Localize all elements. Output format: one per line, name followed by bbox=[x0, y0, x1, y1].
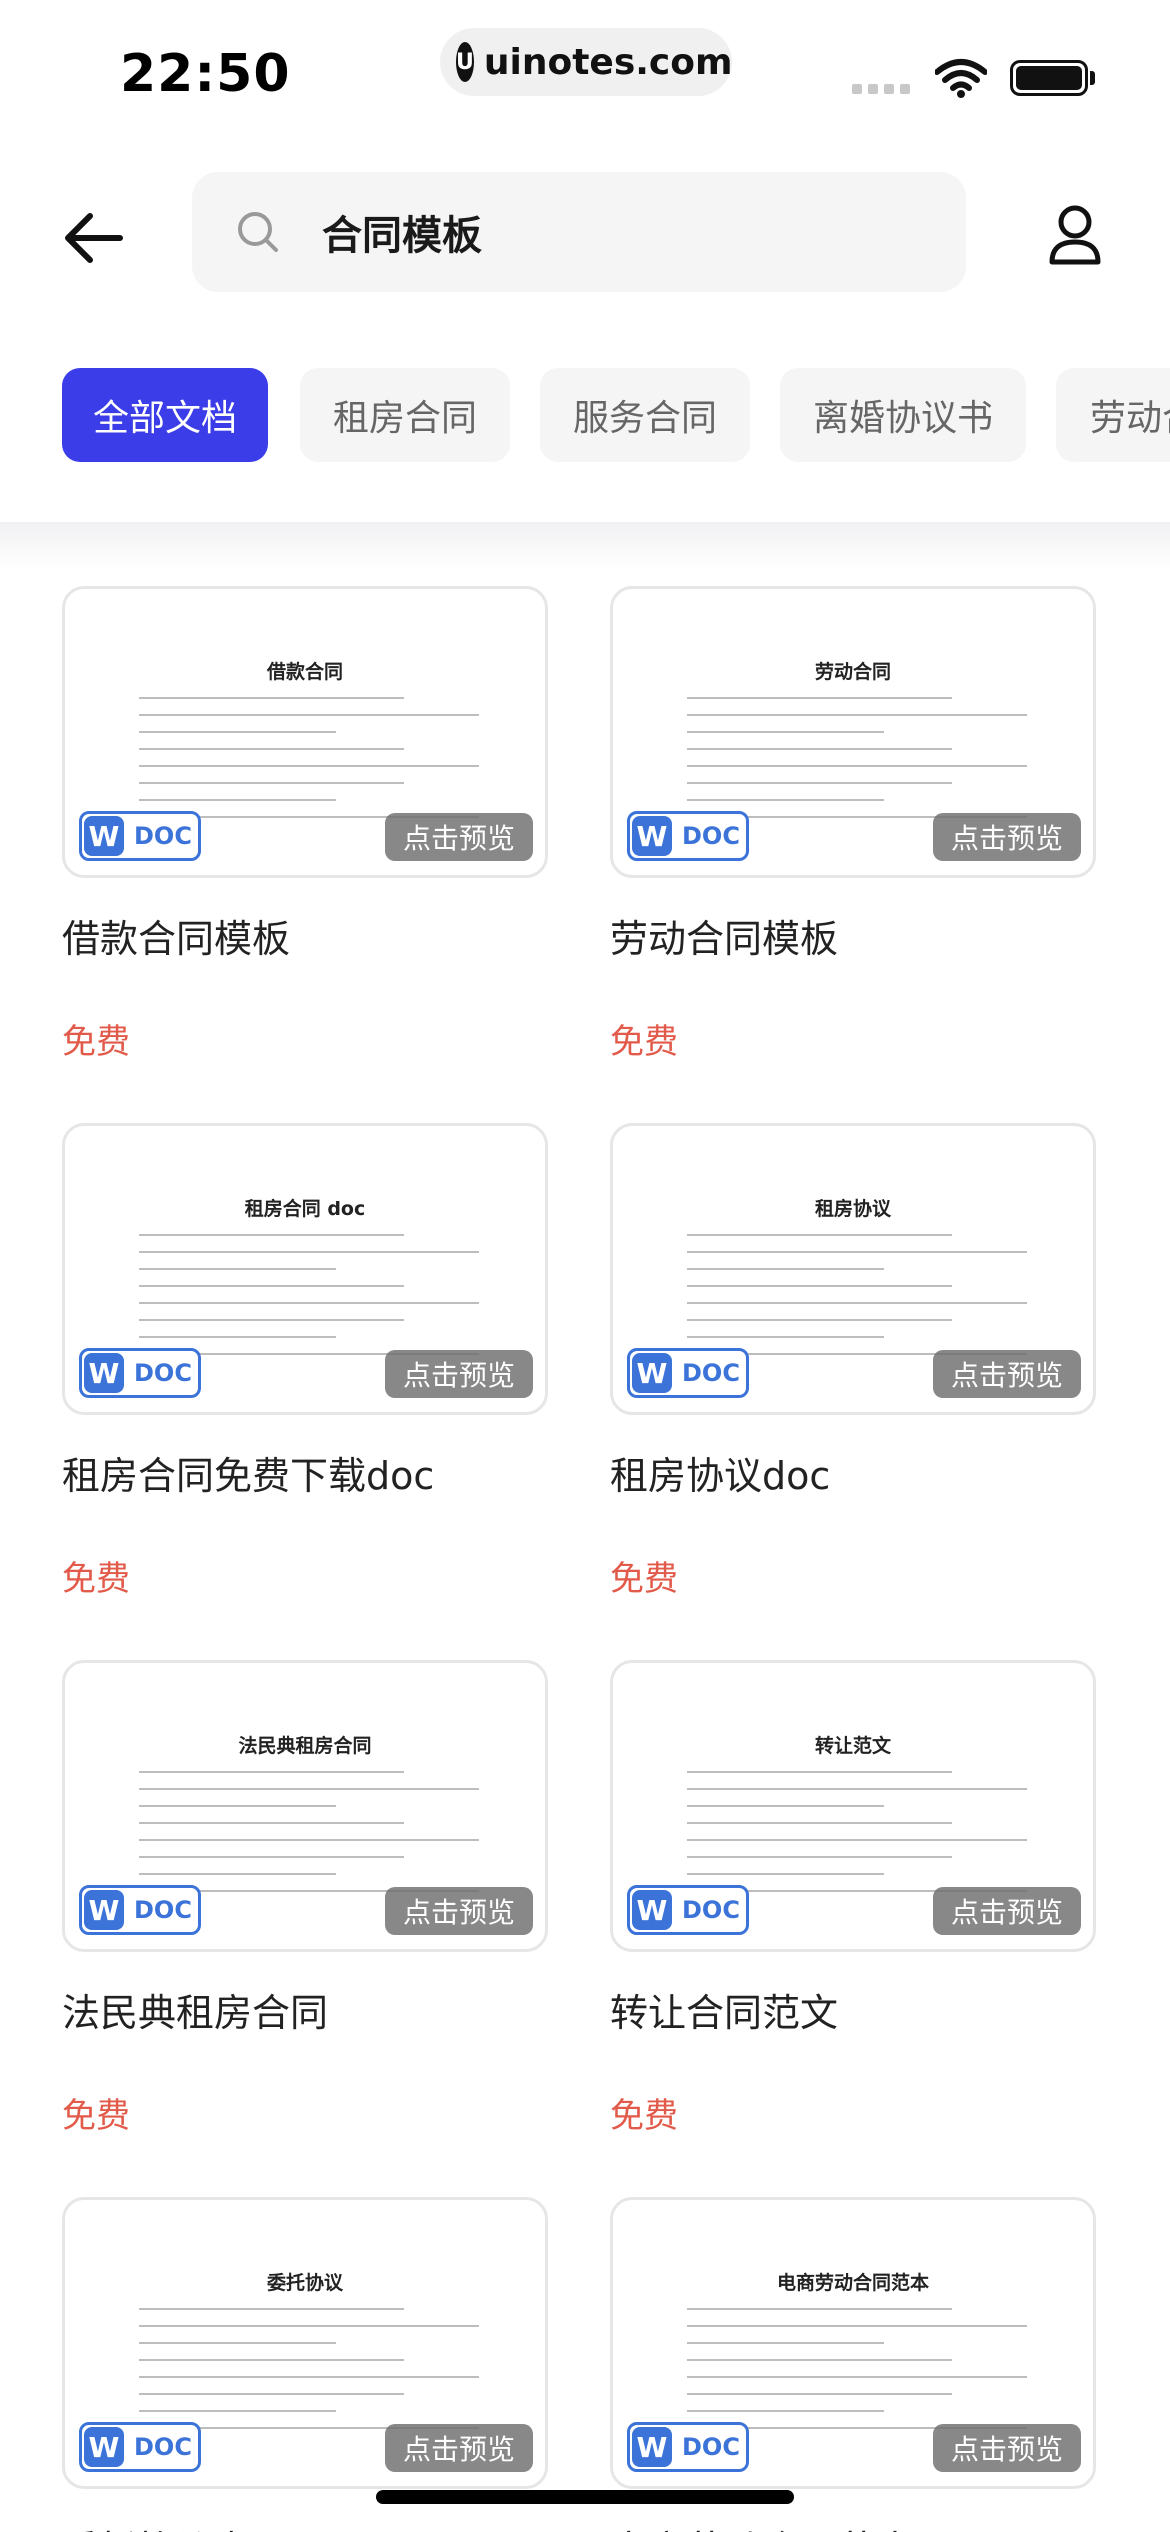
arrow-left-icon bbox=[65, 213, 123, 263]
preview-button[interactable]: 点击预览 bbox=[385, 1887, 533, 1935]
card-title[interactable]: 劳动合同模板 bbox=[610, 908, 838, 963]
status-time: 22:50 bbox=[120, 44, 291, 104]
cellular-signal-icon bbox=[852, 84, 910, 94]
document-thumbnail[interactable]: 租房协议 W DOC 点击预览 bbox=[610, 1123, 1096, 1415]
header-divider bbox=[0, 522, 1170, 570]
word-doc-badge: W DOC bbox=[627, 2422, 749, 2472]
word-icon: W bbox=[632, 1890, 672, 1930]
preview-button[interactable]: 点击预览 bbox=[933, 813, 1081, 861]
preview-button[interactable]: 点击预览 bbox=[385, 813, 533, 861]
card-title[interactable]: 借款合同模板 bbox=[62, 908, 290, 963]
doc-label: DOC bbox=[682, 822, 740, 850]
word-doc-badge: W DOC bbox=[627, 811, 749, 861]
status-bar: 22:50 U uinotes.com bbox=[0, 0, 1170, 140]
url-pill[interactable]: U uinotes.com bbox=[440, 28, 733, 96]
thumbnail-title: 租房合同 doc bbox=[244, 1198, 366, 1220]
doc-label: DOC bbox=[682, 2433, 740, 2461]
battery-nub bbox=[1090, 71, 1095, 85]
word-icon: W bbox=[84, 1353, 124, 1393]
word-doc-badge: W DOC bbox=[79, 1348, 201, 1398]
word-doc-badge: W DOC bbox=[627, 1348, 749, 1398]
word-doc-badge: W DOC bbox=[627, 1885, 749, 1935]
doc-label: DOC bbox=[134, 1359, 192, 1387]
profile-button[interactable] bbox=[1040, 196, 1110, 274]
document-thumbnail[interactable]: 法民典租房合同 W DOC 点击预览 bbox=[62, 1660, 548, 1952]
doc-label: DOC bbox=[134, 822, 192, 850]
category-tabs: 全部文档 租房合同 服务合同 离婚协议书 劳动合 bbox=[0, 368, 1170, 464]
tab-labor-contract[interactable]: 劳动合 bbox=[1056, 368, 1170, 462]
word-doc-badge: W DOC bbox=[79, 1885, 201, 1935]
word-icon: W bbox=[84, 2427, 124, 2467]
user-icon bbox=[1049, 205, 1101, 265]
preview-button[interactable]: 点击预览 bbox=[385, 1350, 533, 1398]
word-icon: W bbox=[632, 2427, 672, 2467]
card-price: 免费 bbox=[610, 1559, 678, 1599]
battery-icon bbox=[1010, 60, 1088, 96]
wifi-icon bbox=[935, 59, 987, 98]
search-header: 合同模板 bbox=[0, 140, 1170, 320]
thumbnail-title: 委托协议 bbox=[266, 2272, 343, 2294]
card-price: 免费 bbox=[62, 1559, 130, 1599]
word-doc-badge: W DOC bbox=[79, 811, 201, 861]
tab-divorce-agreement[interactable]: 离婚协议书 bbox=[780, 368, 1026, 462]
tab-all-documents[interactable]: 全部文档 bbox=[62, 368, 268, 462]
preview-button[interactable]: 点击预览 bbox=[385, 2424, 533, 2472]
word-icon: W bbox=[632, 816, 672, 856]
card-title[interactable]: 委托协议书 bbox=[62, 2519, 252, 2532]
doc-label: DOC bbox=[682, 1359, 740, 1387]
thumbnail-title: 劳动合同 bbox=[814, 661, 891, 683]
card-price: 免费 bbox=[62, 1022, 130, 1062]
preview-button[interactable]: 点击预览 bbox=[933, 1887, 1081, 1935]
document-thumbnail[interactable]: 电商劳动合同范本 W DOC 点击预览 bbox=[610, 2197, 1096, 2489]
doc-label: DOC bbox=[134, 1896, 192, 1924]
home-indicator bbox=[376, 2490, 794, 2504]
card-title[interactable]: 租房合同免费下载doc bbox=[62, 1445, 434, 1500]
search-query: 合同模板 bbox=[322, 213, 482, 259]
site-logo-icon: U bbox=[456, 42, 474, 82]
tab-rental-contract[interactable]: 租房合同 bbox=[300, 368, 510, 462]
word-icon: W bbox=[84, 816, 124, 856]
card-price: 免费 bbox=[610, 2096, 678, 2136]
thumbnail-title: 借款合同 bbox=[266, 661, 343, 683]
word-icon: W bbox=[632, 1353, 672, 1393]
doc-label: DOC bbox=[682, 1896, 740, 1924]
card-title[interactable]: 转让合同范文 bbox=[610, 1982, 838, 2037]
preview-button[interactable]: 点击预览 bbox=[933, 1350, 1081, 1398]
thumbnail-title: 租房协议 bbox=[814, 1198, 891, 1220]
word-icon: W bbox=[84, 1890, 124, 1930]
thumbnail-title: 转让范文 bbox=[814, 1735, 891, 1757]
preview-button[interactable]: 点击预览 bbox=[933, 2424, 1081, 2472]
document-thumbnail[interactable]: 劳动合同 W DOC 点击预览 bbox=[610, 586, 1096, 878]
card-price: 免费 bbox=[62, 2096, 130, 2136]
document-thumbnail[interactable]: 租房合同 doc W DOC 点击预览 bbox=[62, 1123, 548, 1415]
tab-service-contract[interactable]: 服务合同 bbox=[540, 368, 750, 462]
document-thumbnail[interactable]: 委托协议 W DOC 点击预览 bbox=[62, 2197, 548, 2489]
back-button[interactable] bbox=[56, 200, 132, 276]
card-title[interactable]: 法民典租房合同 bbox=[62, 1982, 328, 2037]
document-thumbnail[interactable]: 借款合同 W DOC 点击预览 bbox=[62, 586, 548, 878]
thumbnail-title: 法民典租房合同 bbox=[238, 1735, 372, 1757]
url-text: uinotes.com bbox=[483, 41, 733, 83]
document-thumbnail[interactable]: 转让范文 W DOC 点击预览 bbox=[610, 1660, 1096, 1952]
word-doc-badge: W DOC bbox=[79, 2422, 201, 2472]
doc-label: DOC bbox=[134, 2433, 192, 2461]
search-icon bbox=[238, 212, 278, 252]
card-title[interactable]: 电商劳动合同范本 bbox=[610, 2519, 914, 2532]
search-input[interactable]: 合同模板 bbox=[192, 172, 966, 292]
card-title[interactable]: 租房协议doc bbox=[610, 1445, 830, 1500]
card-price: 免费 bbox=[610, 1022, 678, 1062]
thumbnail-title: 电商劳动合同范本 bbox=[776, 2272, 929, 2294]
